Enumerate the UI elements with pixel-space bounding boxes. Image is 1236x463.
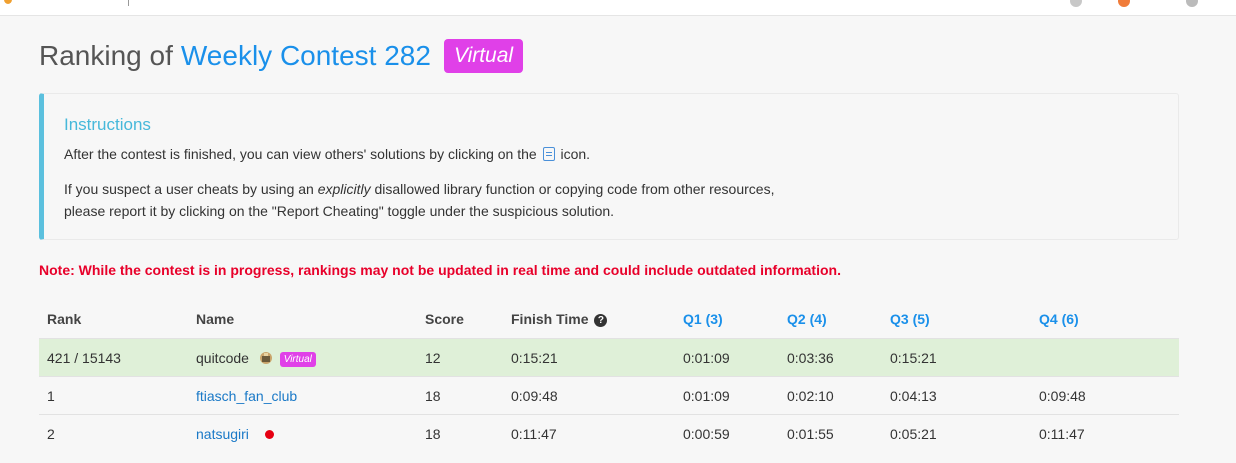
header-q3-link[interactable]: Q3 (5) [890,300,930,338]
header-q4-link[interactable]: Q4 (6) [1039,300,1079,338]
table-row: 1 ftiasch_fan_club 18 0:09:48 0:01:09 0:… [39,376,1179,414]
instructions-text: If you suspect a user cheats by using an [64,181,314,197]
score-cell: 12 [425,350,441,366]
q3-time-cell: 0:15:21 [890,350,937,366]
logo-icon[interactable] [4,0,12,4]
instructions-heading: Instructions [64,115,151,134]
japan-flag-icon [264,430,274,439]
q4-time-cell: 0:11:47 [1039,426,1085,442]
finish-time-cell: 0:15:21 [511,350,558,366]
header-name: Name [196,311,235,327]
question-circle-icon[interactable]: ? [594,314,608,327]
q2-time-cell: 0:01:55 [787,426,834,442]
nav-divider [128,0,129,6]
rank-cell: 2 [47,426,55,442]
user-avatar-icon[interactable] [1186,0,1198,7]
page-title: Ranking of Weekly Contest 282 Virtual [39,36,524,76]
progress-note: Note: While the contest is in progress, … [39,262,841,278]
instructions-text: icon. [560,146,591,162]
finish-time-cell: 0:09:48 [511,388,558,404]
code-file-icon [542,147,555,161]
header-finish-time-label: Finish Time [511,311,589,327]
avatar-icon [259,352,272,364]
table-row: 2 natsugiri 18 0:11:47 0:00:59 0:01:55 0… [39,414,1179,452]
instructions-emphasis: explicitly [317,181,371,197]
user-name: quitcode [196,350,249,366]
header-finish-time: Finish Time ? [511,300,608,338]
q1-time-cell: 0:00:59 [683,426,730,442]
score-cell: 18 [425,426,441,442]
table-row-current-user: 421 / 15143 quitcode Virtual 12 0:15:21 … [39,338,1179,376]
rank-cell: 1 [47,388,55,404]
instructions-paragraph-1: After the contest is finished, you can v… [64,143,590,165]
q2-time-cell: 0:02:10 [787,388,834,404]
instructions-text: disallowed library function or copying c… [374,181,775,197]
q3-time-cell: 0:05:21 [890,426,937,442]
header-rank: Rank [47,311,82,327]
name-cell: quitcode Virtual [196,339,316,377]
table-header-row: Rank Name Score Finish Time ? Q1 (3) Q2 … [39,300,1179,338]
q1-time-cell: 0:01:09 [683,350,730,366]
header-score: Score [425,311,464,327]
contest-name-link[interactable]: Weekly Contest 282 [181,40,431,72]
user-name-link[interactable]: ftiasch_fan_club [196,377,297,415]
title-prefix: Ranking of [39,40,173,71]
name-cell: natsugiri [196,415,274,453]
header-q2-link[interactable]: Q2 (4) [787,300,827,338]
top-navigation-bar [0,0,1236,16]
instructions-text: After the contest is finished, you can v… [64,146,537,162]
user-name-link[interactable]: natsugiri [196,426,249,442]
ranking-table: Rank Name Score Finish Time ? Q1 (3) Q2 … [39,300,1179,452]
header-q1-link[interactable]: Q1 (3) [683,300,723,338]
q3-time-cell: 0:04:13 [890,388,937,404]
instructions-text: please report it by clicking on the "Rep… [64,203,615,219]
score-cell: 18 [425,388,441,404]
q1-time-cell: 0:01:09 [683,388,730,404]
notification-icon[interactable] [1070,0,1082,7]
finish-time-cell: 0:11:47 [511,426,557,442]
virtual-badge: Virtual [443,39,524,73]
instructions-panel: Instructions After the contest is finish… [39,93,1179,240]
instructions-paragraph-2: If you suspect a user cheats by using an… [64,178,774,222]
rank-cell: 421 / 15143 [47,350,121,366]
premium-icon[interactable] [1118,0,1130,7]
q4-time-cell: 0:09:48 [1039,388,1086,404]
q2-time-cell: 0:03:36 [787,350,834,366]
virtual-badge-small: Virtual [279,352,316,367]
